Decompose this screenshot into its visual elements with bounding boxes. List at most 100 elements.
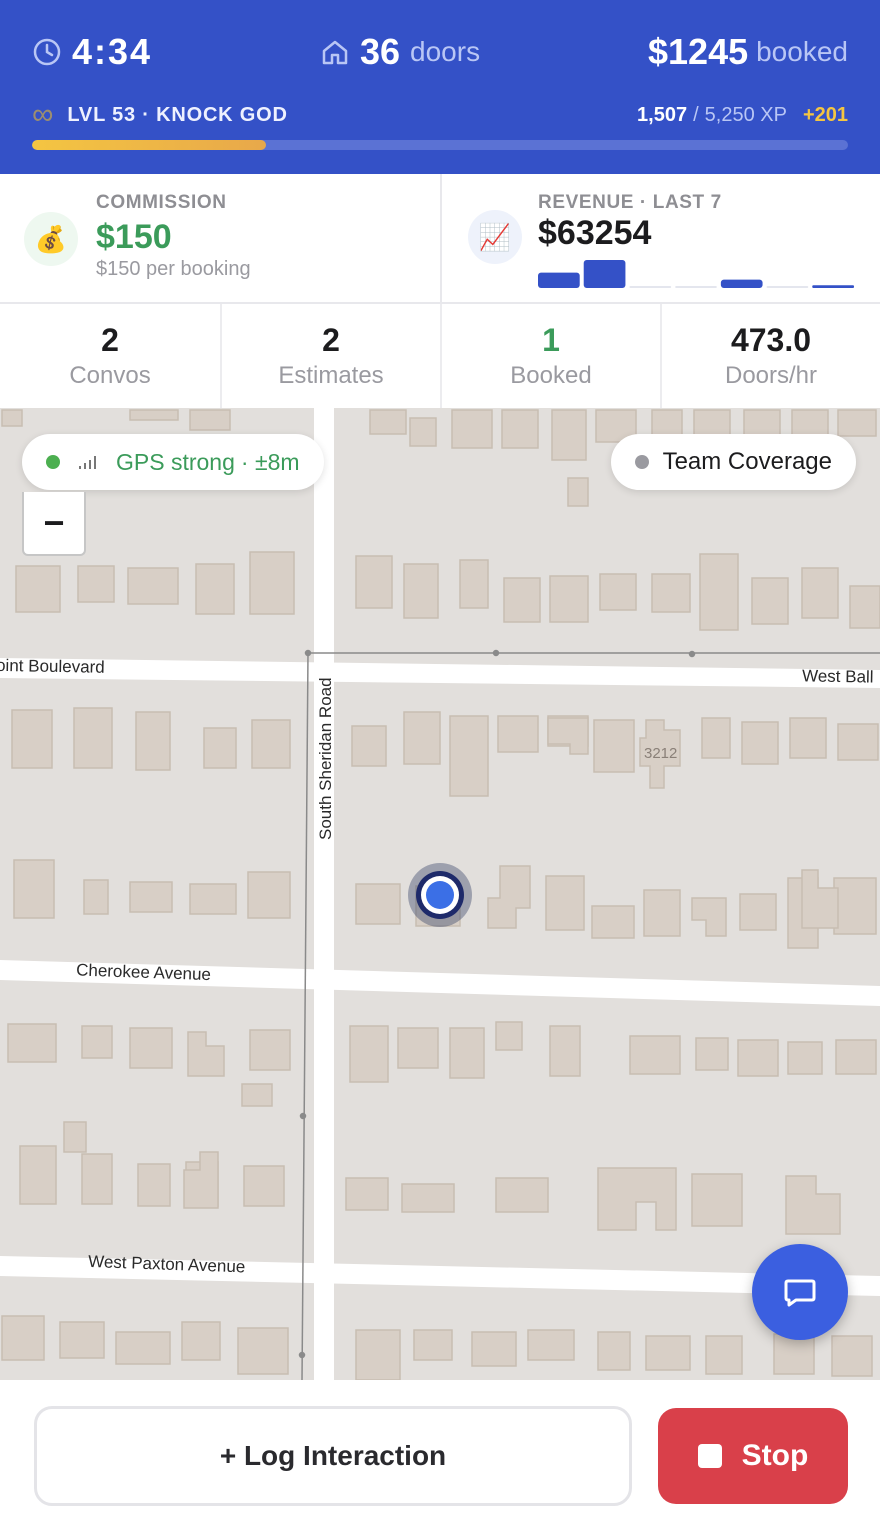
revenue-card[interactable]: 📈 REVENUE · LAST 7 $63254 xyxy=(440,174,880,302)
chat-button[interactable] xyxy=(752,1244,848,1340)
signal-bars-icon xyxy=(79,456,96,469)
building-footprint xyxy=(645,1335,691,1371)
building-footprint xyxy=(549,1025,581,1077)
building-footprint xyxy=(737,1039,779,1077)
building-footprint xyxy=(833,877,877,935)
building-footprint xyxy=(369,409,407,435)
revenue-sparkline xyxy=(538,260,854,288)
xp-current: 1,507 xyxy=(637,103,688,126)
building-footprint xyxy=(355,1329,401,1380)
sparkline-bar xyxy=(538,272,580,288)
building-footprint xyxy=(471,1331,517,1367)
metric-label: Convos xyxy=(69,362,151,389)
chart-increasing-icon: 📈 xyxy=(468,210,522,264)
building-footprint xyxy=(591,905,635,939)
building-footprint xyxy=(693,409,731,437)
metric-label: Doors/hr xyxy=(724,362,818,389)
building-footprint xyxy=(451,409,493,449)
building-footprint xyxy=(487,865,531,929)
territory-map[interactable]: oint Boulevard West Ball South Sheridan … xyxy=(0,408,880,1380)
building-footprint xyxy=(243,1165,285,1207)
house-number-label: 3212 xyxy=(644,745,677,762)
sparkline-bar xyxy=(766,286,809,288)
building-footprint xyxy=(651,409,683,437)
stop-button[interactable]: Stop xyxy=(658,1408,848,1504)
building-footprint xyxy=(545,875,585,931)
building-footprint xyxy=(401,1183,455,1213)
chat-bubble-icon xyxy=(784,1279,816,1307)
building-footprint xyxy=(791,409,829,437)
building-footprint xyxy=(787,1041,823,1075)
building-footprint xyxy=(695,1037,729,1071)
building-footprint xyxy=(203,727,237,769)
metric-value: 2 xyxy=(101,322,119,358)
team-coverage-dot xyxy=(634,455,649,469)
money-bag-icon: 💰 xyxy=(24,212,78,266)
building-footprint xyxy=(403,563,439,619)
building-footprint xyxy=(351,725,387,767)
building-footprint xyxy=(549,575,589,623)
session-timer: 4:34 xyxy=(72,31,153,72)
metric-label: Booked xyxy=(510,362,592,389)
building-footprint xyxy=(355,555,393,609)
building-footprint xyxy=(11,709,53,769)
xp-gain: +201 xyxy=(802,103,848,126)
building-footprint xyxy=(409,417,437,447)
clock-icon xyxy=(33,38,61,66)
building-footprint xyxy=(801,869,839,929)
commission-card[interactable]: 💰 COMMISSION $150 $150 per booking xyxy=(0,174,440,302)
building-footprint xyxy=(81,1025,113,1059)
building-footprint xyxy=(137,1163,171,1207)
building-footprint xyxy=(13,859,55,919)
stat-cards: 💰 COMMISSION $150 $150 per booking 📈 REV… xyxy=(0,174,880,304)
building-footprint xyxy=(349,1025,389,1083)
team-coverage-toggle[interactable]: Team Coverage xyxy=(610,434,856,490)
metric-value: 1 xyxy=(542,322,560,358)
revenue-value: $63254 xyxy=(538,214,652,252)
road-upper-boulevard xyxy=(0,658,880,688)
building-footprint xyxy=(449,1027,485,1079)
commission-subtitle: $150 per booking xyxy=(96,258,251,280)
building-footprint xyxy=(397,1027,439,1069)
building-footprint xyxy=(743,409,781,437)
building-footprint xyxy=(567,477,589,507)
building-footprint xyxy=(83,879,109,915)
booked-label: booked xyxy=(756,36,848,67)
street-label: oint Boulevard xyxy=(0,656,105,677)
building-footprint xyxy=(785,1175,841,1235)
building-footprint xyxy=(773,1333,815,1375)
building-footprint xyxy=(19,1145,57,1205)
building-footprint xyxy=(705,1335,743,1375)
zoom-out-button[interactable]: − xyxy=(22,492,86,556)
building-footprint xyxy=(497,715,539,753)
metric-value: 2 xyxy=(322,322,340,358)
building-footprint xyxy=(551,409,587,461)
team-coverage-label: Team Coverage xyxy=(662,448,832,475)
building-footprint xyxy=(73,707,113,769)
building-footprint xyxy=(701,717,731,759)
log-interaction-button[interactable]: + Log Interaction xyxy=(34,1406,632,1506)
building-footprint xyxy=(249,1029,291,1071)
gps-status-pill[interactable]: GPS strong · ±8m xyxy=(22,434,324,490)
building-footprint xyxy=(699,553,739,631)
building-footprint xyxy=(355,883,401,925)
building-footprint xyxy=(241,1083,273,1107)
level-label: LVL 53 · KNOCK GOD xyxy=(67,103,288,126)
building-footprint xyxy=(643,889,681,937)
booked-amount: $1245 xyxy=(648,31,749,72)
map-canvas[interactable]: oint Boulevard West Ball South Sheridan … xyxy=(0,408,880,1380)
metric-label: Estimates xyxy=(278,362,384,389)
building-footprint xyxy=(183,1151,219,1209)
building-footprint xyxy=(597,1167,677,1231)
building-footprint xyxy=(527,1329,575,1361)
building-footprint xyxy=(135,711,171,771)
session-header: 4:34 36 doors $1245 booked ∞ LVL 53 · KN… xyxy=(0,0,880,174)
home-icon xyxy=(322,40,348,65)
building-footprint xyxy=(831,1335,873,1377)
building-footprint xyxy=(691,897,727,937)
building-footprint xyxy=(247,871,291,919)
xp-separator: / xyxy=(693,103,699,126)
building-footprint xyxy=(597,1331,631,1371)
gps-status-text: GPS strong xyxy=(116,448,235,475)
building-footprint xyxy=(503,577,541,623)
